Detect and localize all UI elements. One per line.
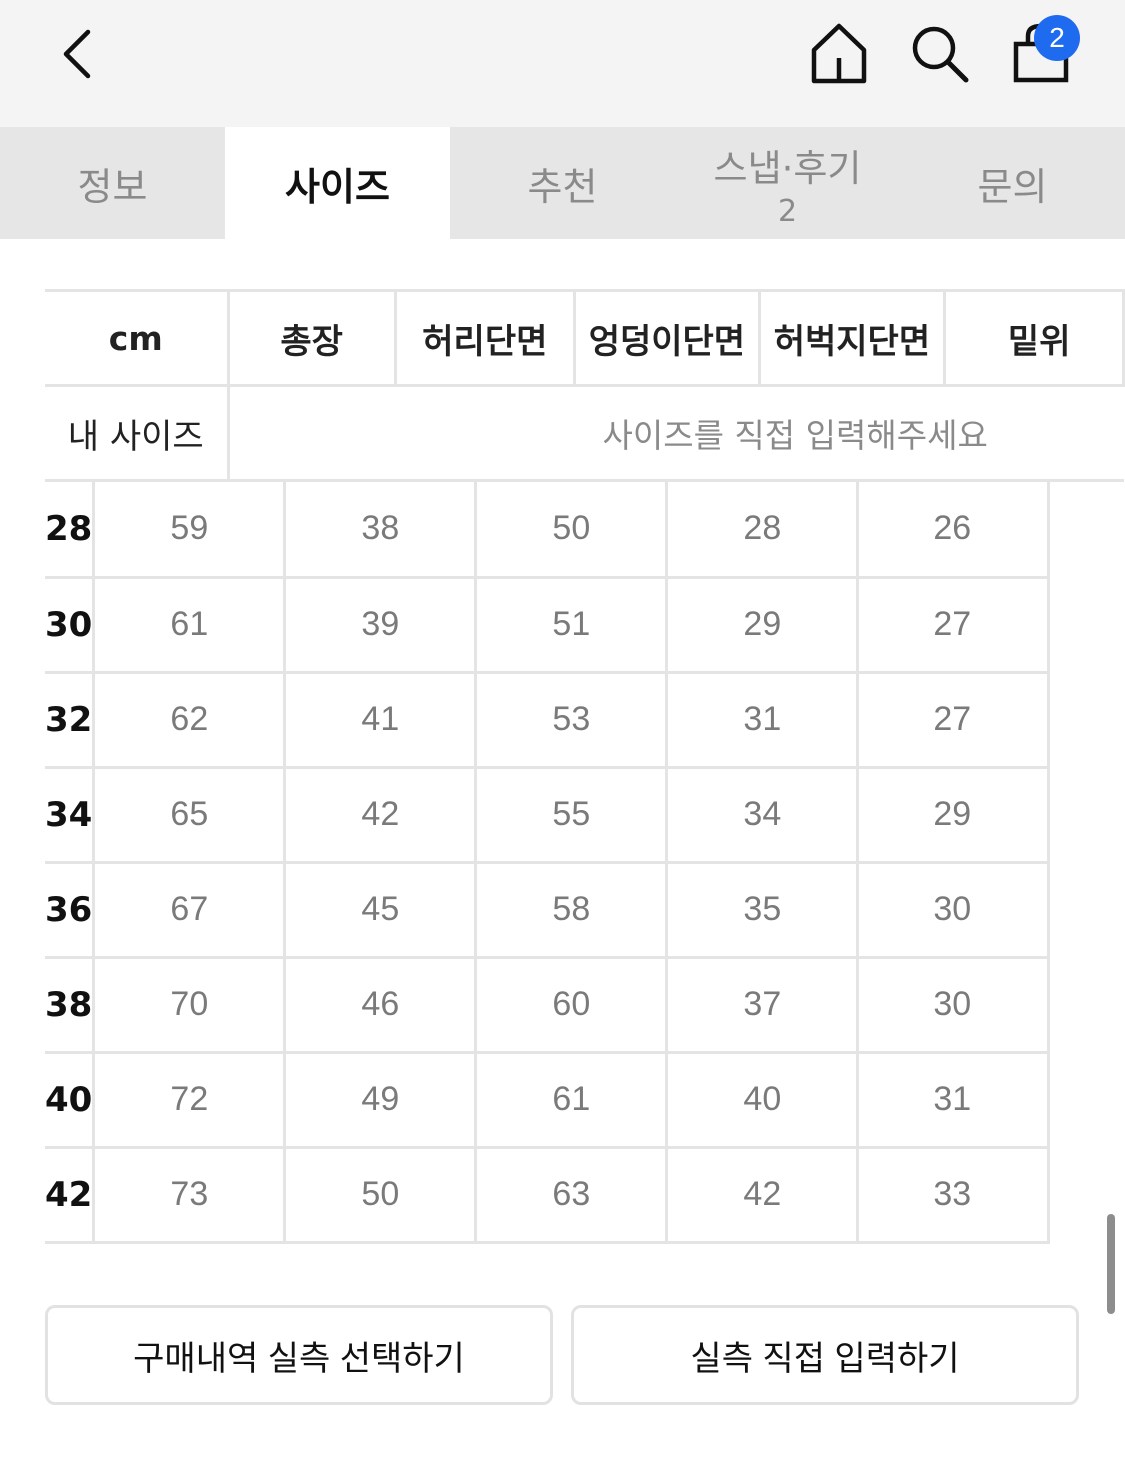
size-label: 42 [45,1147,96,1244]
measurement-cell: 42 [284,767,478,864]
column-header: 밑위 [944,289,1125,387]
size-label: 34 [45,767,96,864]
tab-info[interactable]: 정보 [0,127,225,239]
measurement-cell: 53 [475,672,669,769]
tab-size[interactable]: 사이즈 [225,127,450,239]
measurement-cell: 50 [284,1147,478,1244]
measurement-cell: 70 [93,957,287,1054]
chevron-left-icon[interactable] [52,22,112,86]
tab-recommend[interactable]: 추천 [450,127,675,239]
size-label: 40 [45,1052,96,1149]
size-label: 30 [45,577,96,674]
measurement-cell: 29 [857,767,1051,864]
size-label: 28 [45,482,96,579]
tab-label: 문의 [977,164,1048,209]
size-label: 32 [45,672,96,769]
measurement-cell: 28 [666,482,860,579]
measurement-cell: 55 [475,767,669,864]
size-table-header-row: cm 총장 허리단면 엉덩이단면 허벅지단면 밑위 [45,289,1125,387]
measurement-cell: 38 [284,482,478,579]
measurement-cell: 26 [857,482,1051,579]
measurement-cell: 33 [857,1147,1051,1244]
size-row: 34 65 42 55 34 29 [45,767,1051,864]
measurement-cell: 39 [284,577,478,674]
measurement-cell: 31 [666,672,860,769]
column-header: 허벅지단면 [759,289,946,387]
measurement-cell: 51 [475,577,669,674]
size-table: cm 총장 허리단면 엉덩이단면 허벅지단면 밑위 내 사이즈 사이즈를 직접 … [45,289,1125,482]
size-label: 36 [45,862,96,959]
measurement-cell: 29 [666,577,860,674]
tab-snap-review[interactable]: 스냅·후기 2 [675,127,900,239]
measurement-cell: 63 [475,1147,669,1244]
measurement-cell: 50 [475,482,669,579]
size-row: 36 67 45 58 35 30 [45,862,1051,959]
measurement-cell: 62 [93,672,287,769]
measurement-cell: 31 [857,1052,1051,1149]
measurement-cell: 60 [475,957,669,1054]
measurement-cell: 42 [666,1147,860,1244]
measurement-cell: 73 [93,1147,287,1244]
column-header: 엉덩이단면 [574,289,761,387]
size-row: 28 59 38 50 28 26 [45,482,1051,579]
top-bar: 2 [0,0,1125,127]
measurement-cell: 46 [284,957,478,1054]
measurement-cell: 30 [857,957,1051,1054]
measurement-cell: 61 [93,577,287,674]
tab-label: 추천 [527,164,598,209]
measurement-cell: 65 [93,767,287,864]
size-row: 38 70 46 60 37 30 [45,957,1051,1054]
column-header: 허리단면 [395,289,576,387]
measurement-cell: 27 [857,672,1051,769]
measurement-cell: 59 [93,482,287,579]
size-row: 42 73 50 63 42 33 [45,1147,1051,1244]
my-size-row: 내 사이즈 사이즈를 직접 입력해주세요 [45,385,1124,482]
size-row: 32 62 41 53 31 27 [45,672,1051,769]
measurement-cell: 67 [93,862,287,959]
measurement-cell: 27 [857,577,1051,674]
measurement-cell: 61 [475,1052,669,1149]
size-row: 40 72 49 61 40 31 [45,1052,1051,1149]
search-icon[interactable] [906,20,972,86]
horizontal-scroll-indicator[interactable] [1107,1214,1115,1314]
tab-review-count: 2 [777,193,798,229]
my-size-label: 내 사이즈 [45,385,230,482]
size-label: 38 [45,957,96,1054]
home-icon[interactable] [806,20,872,86]
measurement-cell: 41 [284,672,478,769]
measurement-cell: 35 [666,862,860,959]
measurement-cell: 58 [475,862,669,959]
direct-measurement-input-button[interactable]: 실측 직접 입력하기 [571,1305,1079,1405]
size-table-scroll[interactable]: cm 총장 허리단면 엉덩이단면 허벅지단면 밑위 내 사이즈 사이즈를 직접 … [45,289,1125,1244]
unit-header: cm [45,289,230,387]
measurement-cell: 72 [93,1052,287,1149]
tab-label: 정보 [77,164,148,209]
measurement-cell: 30 [857,862,1051,959]
my-size-input[interactable]: 사이즈를 직접 입력해주세요 [228,385,1124,482]
column-header: 총장 [228,289,397,387]
tab-label: 스냅·후기 [713,146,862,190]
tab-label: 사이즈 [285,164,390,209]
measurement-cell: 49 [284,1052,478,1149]
select-purchase-measurement-button[interactable]: 구매내역 실측 선택하기 [45,1305,553,1405]
measurement-cell: 40 [666,1052,860,1149]
tab-inquiry[interactable]: 문의 [900,127,1125,239]
cart-count-badge: 2 [1034,15,1080,61]
measurement-cell: 37 [666,957,860,1054]
product-tabs: 정보 사이즈 추천 스냅·후기 2 문의 [0,127,1125,239]
size-table-body: 28 59 38 50 28 26 30 61 39 51 29 27 32 62 41 53 31 27 34 65… [45,482,1051,1244]
measurement-cell: 34 [666,767,860,864]
size-row: 30 61 39 51 29 27 [45,577,1051,674]
measurement-cell: 45 [284,862,478,959]
